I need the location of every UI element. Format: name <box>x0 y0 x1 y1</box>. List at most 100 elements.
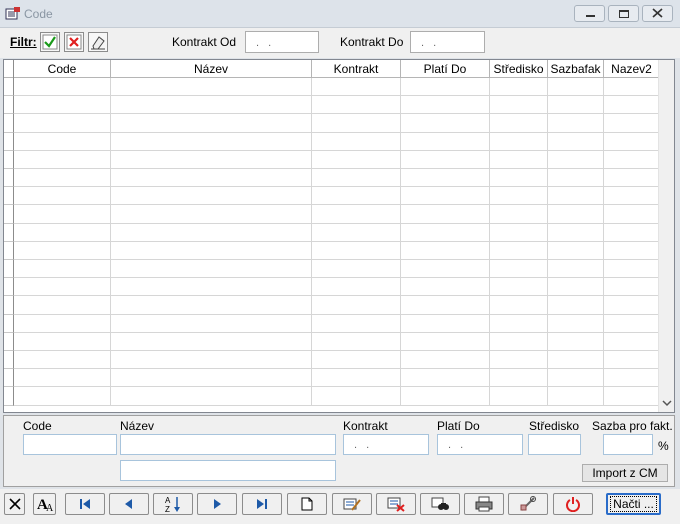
grid-cell[interactable] <box>490 260 548 279</box>
kontrakt-field[interactable]: . . <box>343 434 429 455</box>
grid-cell[interactable] <box>111 205 312 224</box>
grid-cell[interactable] <box>604 114 659 133</box>
grid-cell[interactable] <box>14 96 111 115</box>
grid-cell[interactable] <box>490 78 548 97</box>
grid-cell[interactable] <box>14 296 111 315</box>
exit-button[interactable] <box>553 493 593 515</box>
next-record-button[interactable] <box>197 493 237 515</box>
grid-cell[interactable] <box>14 150 111 169</box>
column-header-stredisko[interactable]: Středisko <box>490 60 548 78</box>
grid-cell[interactable] <box>312 169 401 188</box>
grid-cell[interactable] <box>548 241 604 260</box>
grid-cell[interactable] <box>312 314 401 333</box>
close-form-button[interactable] <box>4 493 25 515</box>
grid-cell[interactable] <box>312 78 401 97</box>
grid-cell[interactable] <box>401 387 490 406</box>
row-selector[interactable] <box>4 132 14 151</box>
edit-record-button[interactable] <box>332 493 372 515</box>
grid-cell[interactable] <box>604 296 659 315</box>
grid-cell[interactable] <box>111 260 312 279</box>
delete-record-button[interactable] <box>376 493 416 515</box>
grid-cell[interactable] <box>490 132 548 151</box>
grid-cell[interactable] <box>312 96 401 115</box>
vertical-scrollbar[interactable] <box>658 60 674 412</box>
row-selector[interactable] <box>4 369 14 388</box>
row-selector[interactable] <box>4 96 14 115</box>
nazev-field[interactable] <box>120 434 336 455</box>
grid-cell[interactable] <box>548 187 604 206</box>
grid-cell[interactable] <box>14 78 111 97</box>
grid-cell[interactable] <box>548 314 604 333</box>
grid-cell[interactable] <box>111 223 312 242</box>
grid-cell[interactable] <box>14 114 111 133</box>
grid-cell[interactable] <box>111 187 312 206</box>
grid-cell[interactable] <box>111 278 312 297</box>
grid-cell[interactable] <box>14 314 111 333</box>
grid-cell[interactable] <box>312 260 401 279</box>
maximize-button[interactable] <box>608 5 639 22</box>
column-header-kontrakt[interactable]: Kontrakt <box>312 60 401 78</box>
grid-cell[interactable] <box>401 132 490 151</box>
column-header-nazev[interactable]: Název <box>111 60 312 78</box>
grid-cell[interactable] <box>490 332 548 351</box>
grid-cell[interactable] <box>111 169 312 188</box>
grid-cell[interactable] <box>111 150 312 169</box>
grid-cell[interactable] <box>312 241 401 260</box>
grid-cell[interactable] <box>604 387 659 406</box>
grid-cell[interactable] <box>490 241 548 260</box>
grid-cell[interactable] <box>111 332 312 351</box>
grid-cell[interactable] <box>548 369 604 388</box>
grid-cell[interactable] <box>548 169 604 188</box>
grid-cell[interactable] <box>14 241 111 260</box>
grid-cell[interactable] <box>548 114 604 133</box>
data-grid[interactable]: Code Název Kontrakt Platí Do Středisko S… <box>3 59 675 413</box>
row-selector[interactable] <box>4 314 14 333</box>
grid-cell[interactable] <box>548 296 604 315</box>
grid-cell[interactable] <box>312 387 401 406</box>
grid-cell[interactable] <box>312 369 401 388</box>
grid-cell[interactable] <box>111 241 312 260</box>
grid-cell[interactable] <box>490 169 548 188</box>
sort-button[interactable]: AZ <box>153 493 193 515</box>
close-button[interactable] <box>642 5 673 22</box>
grid-cell[interactable] <box>548 278 604 297</box>
nazev2-field[interactable] <box>120 460 336 481</box>
grid-cell[interactable] <box>401 169 490 188</box>
code-field[interactable] <box>23 434 117 455</box>
column-header-nazev2[interactable]: Nazev2 <box>604 60 659 78</box>
grid-cell[interactable] <box>548 260 604 279</box>
column-header-code[interactable]: Code <box>14 60 111 78</box>
grid-cell[interactable] <box>401 205 490 224</box>
grid-cell[interactable] <box>14 187 111 206</box>
grid-cell[interactable] <box>604 150 659 169</box>
grid-cell[interactable] <box>312 132 401 151</box>
grid-cell[interactable] <box>604 169 659 188</box>
row-selector[interactable] <box>4 296 14 315</box>
grid-cell[interactable] <box>312 296 401 315</box>
grid-cell[interactable] <box>401 351 490 370</box>
grid-cell[interactable] <box>490 96 548 115</box>
grid-cell[interactable] <box>312 332 401 351</box>
nacti-button[interactable]: Načti ... <box>606 493 661 515</box>
settings-button[interactable] <box>508 493 548 515</box>
grid-cell[interactable] <box>604 278 659 297</box>
grid-cell[interactable] <box>14 369 111 388</box>
grid-cell[interactable] <box>490 278 548 297</box>
grid-cell[interactable] <box>401 332 490 351</box>
grid-cell[interactable] <box>312 150 401 169</box>
grid-cell[interactable] <box>111 96 312 115</box>
grid-cell[interactable] <box>312 351 401 370</box>
grid-cell[interactable] <box>14 351 111 370</box>
stredisko-field[interactable] <box>528 434 581 455</box>
grid-cell[interactable] <box>490 387 548 406</box>
grid-cell[interactable] <box>548 351 604 370</box>
grid-cell[interactable] <box>14 132 111 151</box>
grid-cell[interactable] <box>401 114 490 133</box>
grid-cell[interactable] <box>111 132 312 151</box>
column-header-sazbafak[interactable]: Sazbafak <box>548 60 604 78</box>
grid-cell[interactable] <box>14 205 111 224</box>
grid-cell[interactable] <box>604 241 659 260</box>
grid-cell[interactable] <box>14 332 111 351</box>
grid-cell[interactable] <box>401 150 490 169</box>
grid-cell[interactable] <box>401 278 490 297</box>
